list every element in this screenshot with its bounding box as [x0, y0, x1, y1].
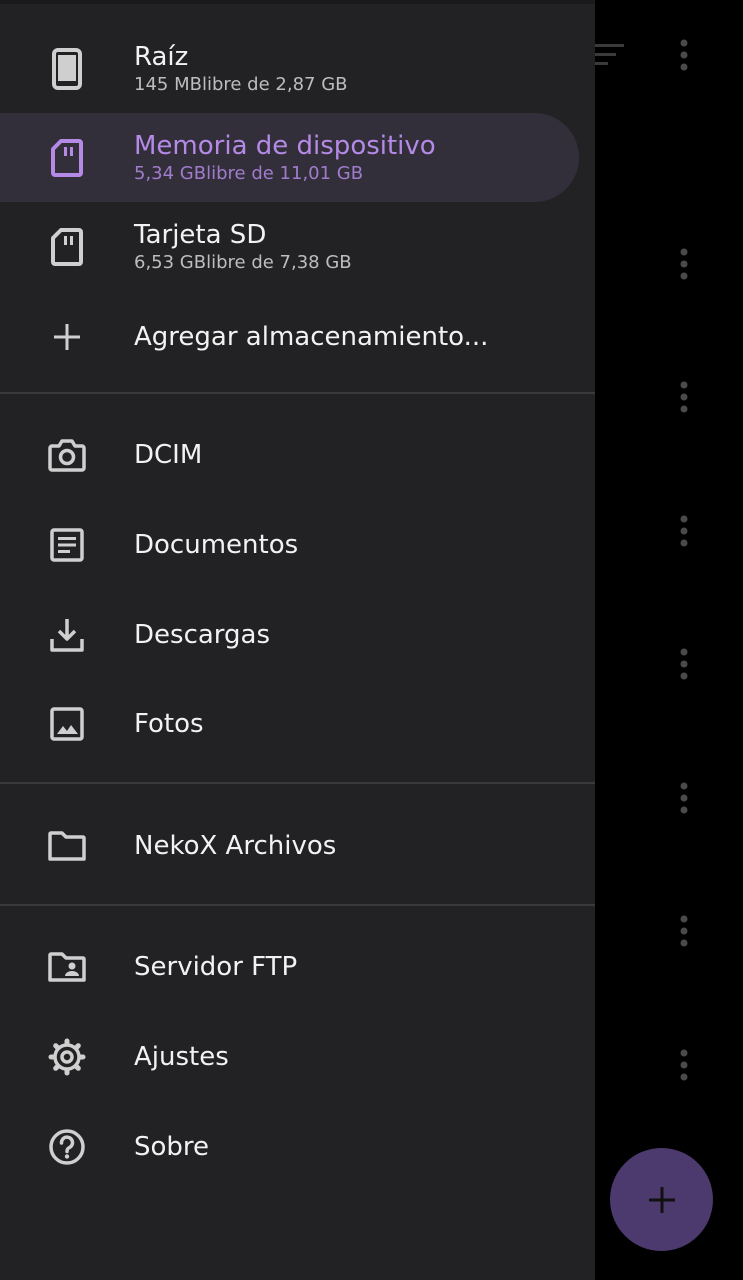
drawer-item-title: Ajustes: [134, 1041, 229, 1072]
camera-icon: [45, 433, 89, 477]
drawer-item-title: Tarjeta SD: [134, 219, 267, 250]
drawer-item-title: Servidor FTP: [134, 951, 298, 982]
drawer-item-dcim[interactable]: DCIM: [0, 410, 595, 499]
phone-icon: [45, 47, 89, 91]
drawer-item-root[interactable]: Raíz 145 MBlibre de 2,87 GB: [0, 24, 595, 113]
more-vert-icon[interactable]: [676, 514, 692, 548]
drawer-item-subtitle: 5,34 GBlibre de 11,01 GB: [134, 162, 364, 184]
sd-card-icon: [45, 136, 89, 180]
drawer-item-title: Documentos: [134, 529, 299, 560]
divider: [0, 392, 595, 394]
help-icon: [45, 1125, 89, 1169]
drawer-item-documents[interactable]: Documentos: [0, 500, 595, 589]
drawer-item-ftp-server[interactable]: Servidor FTP: [0, 922, 595, 1011]
gear-icon: [45, 1035, 89, 1079]
divider: [0, 782, 595, 784]
drawer-item-title: Memoria de dispositivo: [134, 130, 436, 161]
drawer-item-nekox-files[interactable]: NekoX Archivos: [0, 801, 595, 890]
sd-card-icon: [45, 225, 89, 269]
add-fab-button[interactable]: [610, 1148, 713, 1251]
more-vert-icon[interactable]: [676, 1048, 692, 1082]
drawer-item-about[interactable]: Sobre: [0, 1102, 595, 1191]
divider: [0, 904, 595, 906]
drawer-item-title: Sobre: [134, 1131, 210, 1162]
more-vert-icon[interactable]: [676, 380, 692, 414]
document-icon: [45, 523, 89, 567]
drawer-item-sd-card[interactable]: Tarjeta SD 6,53 GBlibre de 7,38 GB: [0, 202, 595, 291]
more-vert-icon[interactable]: [676, 247, 692, 281]
drawer-item-title: Agregar almacenamiento...: [134, 321, 489, 352]
sort-icon[interactable]: [592, 40, 626, 70]
plus-icon: [648, 1186, 675, 1213]
folder-shared-icon: [45, 945, 89, 989]
more-vert-icon[interactable]: [676, 38, 692, 72]
drawer-item-subtitle: 6,53 GBlibre de 7,38 GB: [134, 251, 352, 273]
drawer-item-title: Descargas: [134, 619, 271, 650]
download-icon: [45, 613, 89, 657]
drawer-item-add-storage[interactable]: Agregar almacenamiento...: [0, 292, 595, 381]
navigation-drawer: Raíz 145 MBlibre de 2,87 GB Memoria de d…: [0, 0, 595, 1280]
drawer-item-title: NekoX Archivos: [134, 830, 337, 861]
folder-icon: [45, 824, 89, 868]
drawer-item-downloads[interactable]: Descargas: [0, 590, 595, 679]
drawer-item-device-memory[interactable]: Memoria de dispositivo 5,34 GBlibre de 1…: [0, 113, 595, 202]
drawer-item-title: Raíz: [134, 41, 189, 72]
drawer-item-title: Fotos: [134, 708, 204, 739]
drawer-item-settings[interactable]: Ajustes: [0, 1012, 595, 1101]
image-icon: [45, 702, 89, 746]
more-vert-icon[interactable]: [676, 914, 692, 948]
plus-icon: [45, 315, 89, 359]
drawer-item-subtitle: 145 MBlibre de 2,87 GB: [134, 73, 348, 95]
more-vert-icon[interactable]: [676, 647, 692, 681]
drawer-item-photos[interactable]: Fotos: [0, 679, 595, 768]
drawer-item-title: DCIM: [134, 439, 203, 470]
more-vert-icon[interactable]: [676, 781, 692, 815]
